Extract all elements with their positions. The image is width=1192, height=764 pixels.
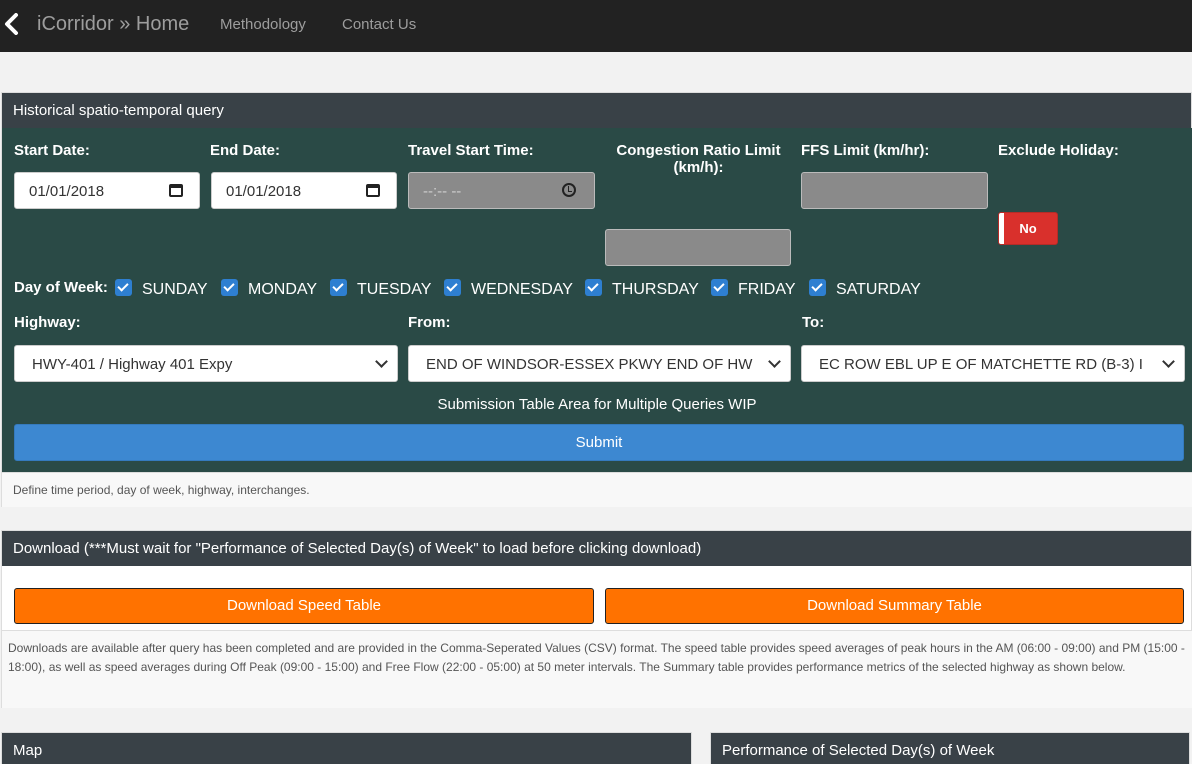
monday-label: MONDAY [248, 281, 318, 298]
highway-label: Highway: [14, 314, 81, 331]
download-panel-heading: Download (***Must wait for "Performance … [2, 531, 1191, 566]
chevron-left-icon[interactable] [2, 13, 22, 35]
download-speed-table-button[interactable]: Download Speed Table [14, 588, 594, 624]
ffs-limit-input[interactable] [801, 172, 988, 209]
query-panel-footer: Define time period, day of week, highway… [2, 472, 1192, 507]
wednesday-label: WEDNESDAY [471, 281, 573, 298]
from-select-value: END OF WINDSOR-ESSEX PKWY END OF HW [426, 356, 753, 373]
exclude-holiday-label: Exclude Holiday: [998, 142, 1119, 159]
submit-button[interactable]: Submit [14, 424, 1184, 461]
travel-start-time-input[interactable]: --:-- -- [408, 172, 595, 209]
thursday-label: THURSDAY [612, 281, 699, 298]
start-date-label: Start Date: [14, 142, 90, 159]
download-panel-footer: Downloads are available after query has … [2, 630, 1192, 708]
highway-select-value: HWY-401 / Highway 401 Expy [32, 356, 233, 373]
tuesday-checkbox[interactable] [330, 279, 347, 296]
end-date-input[interactable]: 01/01/2018 [211, 172, 397, 209]
query-panel: Historical spatio-temporal query Start D… [1, 92, 1192, 507]
submission-table-wip: Submission Table Area for Multiple Queri… [437, 396, 757, 413]
download-panel: Download (***Must wait for "Performance … [1, 530, 1192, 708]
performance-panel-heading: Performance of Selected Day(s) of Week [711, 733, 1189, 764]
saturday-checkbox[interactable] [809, 279, 826, 296]
sunday-label: SUNDAY [142, 281, 208, 298]
from-label: From: [408, 314, 451, 331]
map-panel: Map [1, 732, 692, 764]
navbar: iCorridor » Home Methodology Contact Us [0, 0, 1192, 52]
start-date-input[interactable]: 01/01/2018 [14, 172, 200, 209]
thursday-checkbox[interactable] [585, 279, 602, 296]
calendar-icon[interactable] [366, 184, 380, 197]
chevron-down-icon [1154, 346, 1184, 381]
monday-checkbox[interactable] [221, 279, 238, 296]
to-label: To: [802, 314, 825, 331]
highway-select[interactable]: HWY-401 / Highway 401 Expy [14, 345, 398, 382]
query-panel-heading: Historical spatio-temporal query [2, 93, 1191, 128]
download-summary-table-button[interactable]: Download Summary Table [605, 588, 1184, 624]
end-date-value: 01/01/2018 [226, 183, 302, 200]
congestion-label-line1: Congestion Ratio Limit [616, 142, 781, 159]
chevron-down-icon [760, 346, 790, 381]
congestion-label-line2: (km/h): [673, 159, 724, 176]
start-date-value: 01/01/2018 [29, 183, 105, 200]
travel-start-label: Travel Start Time: [408, 142, 534, 159]
exclude-holiday-value: No [1019, 221, 1037, 236]
brand-link[interactable]: iCorridor » Home [37, 13, 189, 36]
saturday-label: SATURDAY [836, 281, 921, 298]
day-of-week-label: Day of Week: [14, 279, 108, 296]
congestion-ratio-input[interactable] [605, 229, 791, 266]
chevron-down-icon [367, 346, 397, 381]
nav-methodology-link[interactable]: Methodology [220, 16, 306, 33]
to-select[interactable]: EC ROW EBL UP E OF MATCHETTE RD (B-3) I [801, 345, 1185, 382]
travel-start-placeholder: --:-- -- [423, 183, 462, 200]
query-form: Start Date: End Date: Travel Start Time:… [2, 128, 1192, 472]
end-date-label: End Date: [210, 142, 281, 159]
from-select[interactable]: END OF WINDSOR-ESSEX PKWY END OF HW [408, 345, 791, 382]
map-panel-heading: Map [2, 733, 691, 764]
ffs-label: FFS Limit (km/hr): [801, 142, 930, 159]
wednesday-checkbox[interactable] [444, 279, 461, 296]
friday-label: FRIDAY [738, 281, 796, 298]
clock-icon[interactable] [562, 183, 576, 197]
congestion-label: Congestion Ratio Limit (km/h): [605, 142, 792, 176]
performance-panel: Performance of Selected Day(s) of Week [710, 732, 1190, 764]
nav-contact-link[interactable]: Contact Us [342, 16, 416, 33]
tuesday-label: TUESDAY [357, 281, 432, 298]
friday-checkbox[interactable] [711, 279, 728, 296]
calendar-icon[interactable] [169, 184, 183, 197]
to-select-value: EC ROW EBL UP E OF MATCHETTE RD (B-3) I [819, 356, 1143, 373]
sunday-checkbox[interactable] [115, 279, 132, 296]
exclude-holiday-toggle[interactable]: No [998, 212, 1058, 245]
